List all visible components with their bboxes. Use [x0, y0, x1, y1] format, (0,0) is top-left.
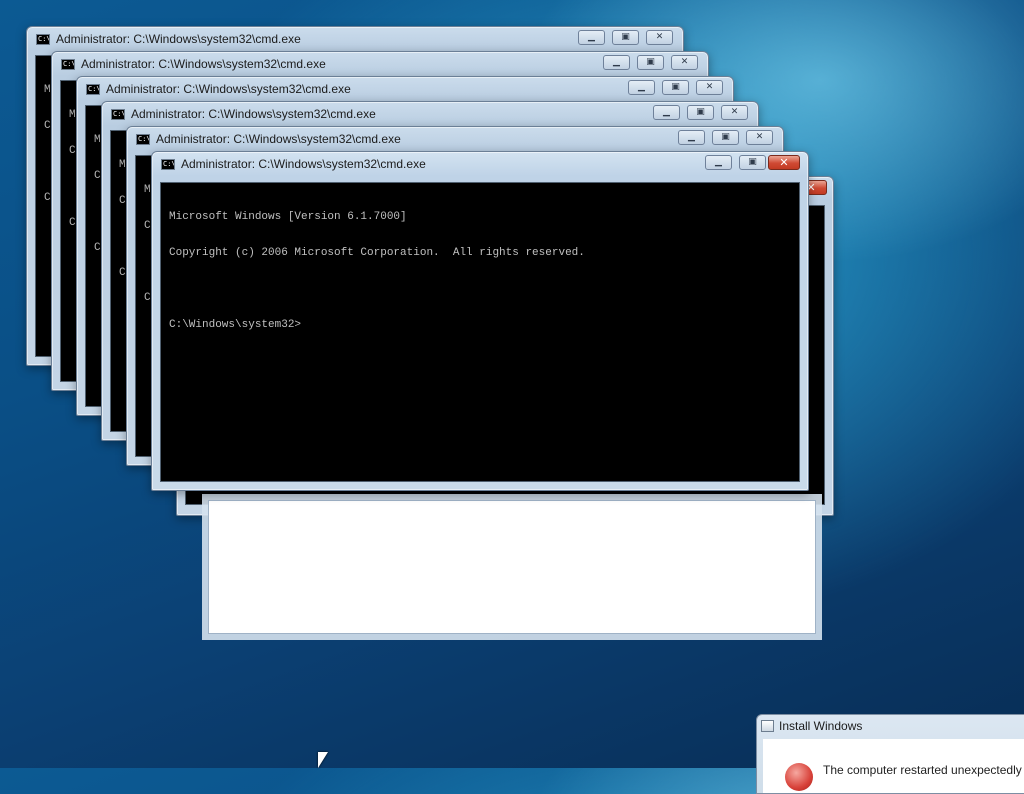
close-button[interactable]: ✕ — [746, 130, 773, 145]
maximize-button[interactable]: ▣ — [712, 130, 739, 145]
close-button[interactable]: ✕ — [768, 155, 800, 170]
install-windows-dialog[interactable]: Install Windows The computer restarted u… — [756, 714, 1024, 794]
title-bar[interactable]: C:\ Administrator: C:\Windows\system32\c… — [152, 152, 808, 176]
window-title: Administrator: C:\Windows\system32\cmd.e… — [56, 32, 301, 46]
minimize-button[interactable]: ▁ — [603, 55, 630, 70]
cmd-icon: C:\ — [111, 109, 125, 120]
maximize-button[interactable]: ▣ — [687, 105, 714, 120]
maximize-button[interactable]: ▣ — [662, 80, 689, 95]
console-line: Microsoft Windows [Version 6.1.7000] — [169, 211, 407, 223]
cmd-icon: C:\ — [161, 159, 175, 170]
cmd-icon: C:\ — [136, 134, 150, 145]
title-bar[interactable]: C:\ Administrator: C:\Windows\system32\c… — [52, 52, 708, 76]
window-title: Administrator: C:\Windows\system32\cmd.e… — [181, 157, 426, 171]
title-bar[interactable]: C:\ Administrator: C:\Windows\system32\c… — [77, 77, 733, 101]
dialog-message: The computer restarted unexpectedly — [823, 763, 1022, 777]
maximize-button[interactable]: ▣ — [739, 155, 766, 170]
dialog-title: Install Windows — [779, 719, 863, 733]
minimize-button[interactable]: ▁ — [653, 105, 680, 120]
mouse-cursor-icon — [318, 752, 328, 768]
cmd-window-active[interactable]: C:\ Administrator: C:\Windows\system32\c… — [151, 151, 809, 491]
title-bar[interactable]: C:\ Administrator: C:\Windows\system32\c… — [27, 27, 683, 51]
setup-icon — [761, 720, 774, 732]
setup-window-panel — [208, 500, 816, 634]
close-button[interactable]: ✕ — [671, 55, 698, 70]
close-button[interactable]: ✕ — [721, 105, 748, 120]
cmd-icon: C:\ — [61, 59, 75, 70]
close-button[interactable]: ✕ — [646, 30, 673, 45]
console-prompt: C:\Windows\system32> — [169, 319, 302, 331]
window-title: Administrator: C:\Windows\system32\cmd.e… — [106, 82, 351, 96]
maximize-button[interactable]: ▣ — [637, 55, 664, 70]
cmd-icon: C:\ — [86, 84, 100, 95]
minimize-button[interactable]: ▁ — [628, 80, 655, 95]
title-bar[interactable]: C:\ Administrator: C:\Windows\system32\c… — [102, 102, 758, 126]
window-title: Administrator: C:\Windows\system32\cmd.e… — [131, 107, 376, 121]
title-bar[interactable]: C:\ Administrator: C:\Windows\system32\c… — [127, 127, 783, 151]
error-icon — [785, 763, 813, 791]
console-line: Copyright (c) 2006 Microsoft Corporation… — [169, 247, 585, 259]
minimize-button[interactable]: ▁ — [705, 155, 732, 170]
window-title: Administrator: C:\Windows\system32\cmd.e… — [81, 57, 326, 71]
console-area[interactable]: Microsoft Windows [Version 6.1.7000] Cop… — [160, 182, 800, 482]
minimize-button[interactable]: ▁ — [678, 130, 705, 145]
minimize-button[interactable]: ▁ — [578, 30, 605, 45]
close-button[interactable]: ✕ — [696, 80, 723, 95]
maximize-button[interactable]: ▣ — [612, 30, 639, 45]
window-title: Administrator: C:\Windows\system32\cmd.e… — [156, 132, 401, 146]
cmd-icon: C:\ — [36, 34, 50, 45]
